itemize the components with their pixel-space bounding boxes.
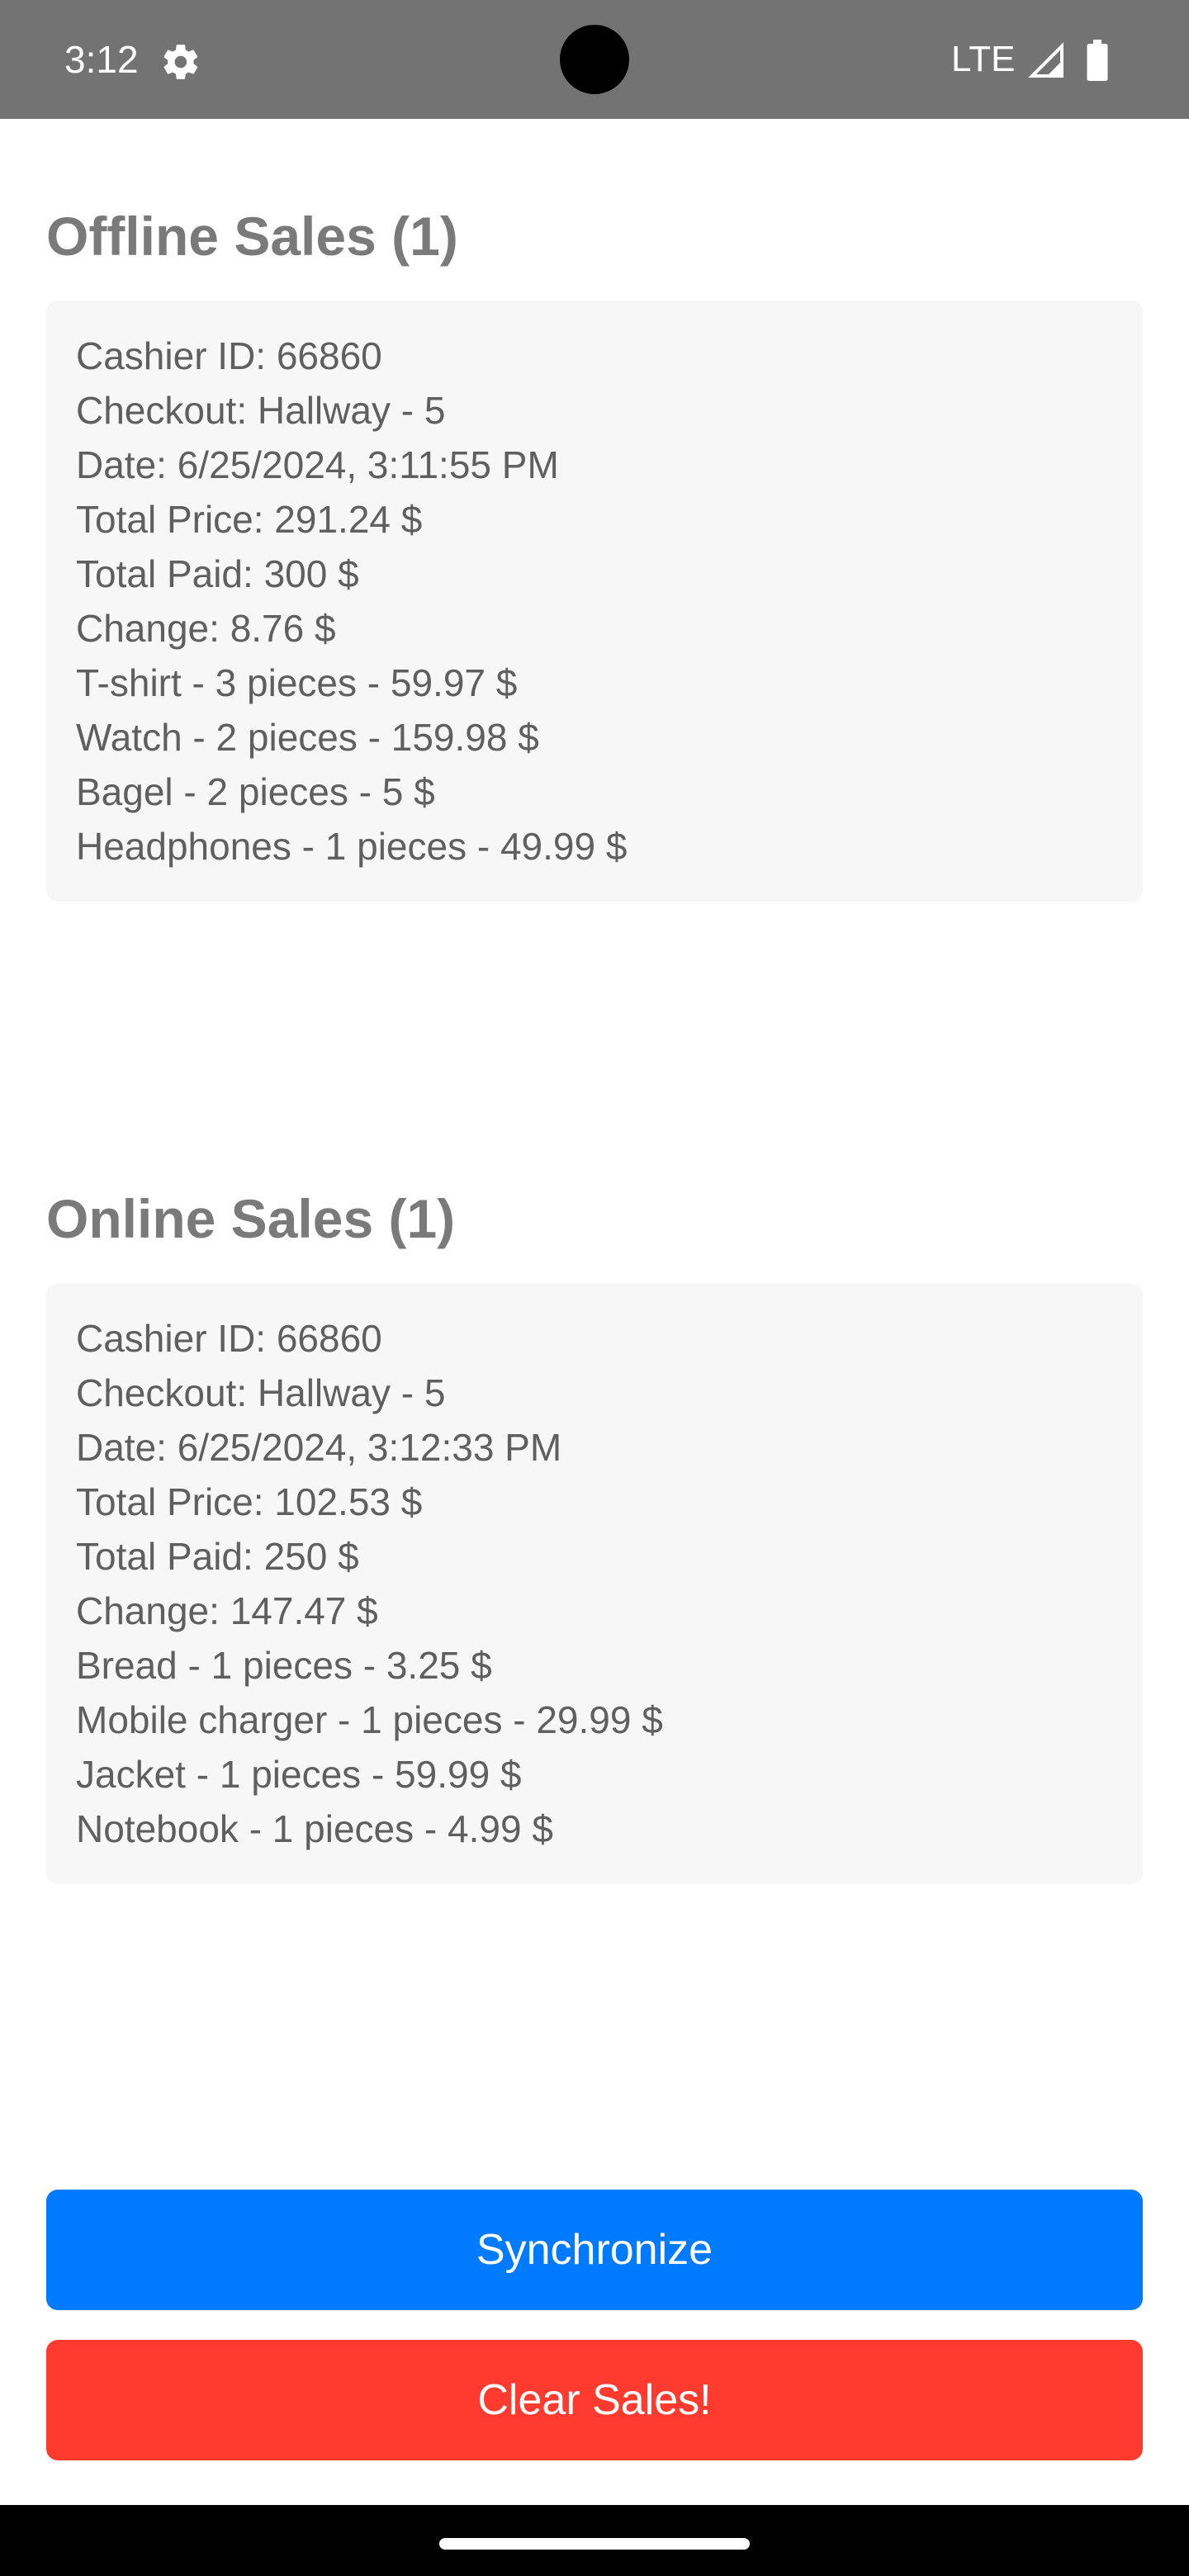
total-paid: Total Paid: 300 $ (76, 552, 359, 595)
clear-sales-button[interactable]: Clear Sales! (46, 2340, 1143, 2460)
checkout: Checkout: Hallway - 5 (76, 389, 446, 432)
total-paid: Total Paid: 250 $ (76, 1535, 359, 1578)
sale-item: Watch - 2 pieces - 159.98 $ (76, 716, 539, 759)
home-gesture-handle[interactable] (439, 2538, 750, 2550)
gear-icon (163, 45, 198, 79)
change: Change: 147.47 $ (76, 1589, 378, 1632)
total-price: Total Price: 291.24 $ (76, 498, 423, 541)
offline-sales-title: Offline Sales (1) (46, 206, 458, 267)
sale-item: Bread - 1 pieces - 3.25 $ (76, 1644, 492, 1687)
sale-item: Notebook - 1 pieces - 4.99 $ (76, 1807, 553, 1850)
camera-cutout (560, 25, 629, 94)
sale-date: Date: 6/25/2024, 3:11:55 PM (76, 443, 559, 486)
sale-date: Date: 6/25/2024, 3:12:33 PM (76, 1426, 562, 1469)
synchronize-button[interactable]: Synchronize (46, 2190, 1143, 2310)
offline-sale-card: Cashier ID: 66860 Checkout: Hallway - 5 … (46, 301, 1143, 902)
checkout: Checkout: Hallway - 5 (76, 1371, 446, 1414)
sale-item: Jacket - 1 pieces - 59.99 $ (76, 1753, 522, 1796)
sale-item: Bagel - 2 pieces - 5 $ (76, 770, 435, 813)
status-time: 3:12 (64, 38, 139, 81)
cashier-id: Cashier ID: 66860 (76, 1317, 382, 1360)
navigation-bar (0, 2505, 1189, 2576)
network-type: LTE (951, 39, 1016, 79)
change: Change: 8.76 $ (76, 607, 336, 650)
status-bar: 3:12 LTE (0, 0, 1189, 119)
cashier-id: Cashier ID: 66860 (76, 334, 382, 377)
sale-item: Headphones - 1 pieces - 49.99 $ (76, 825, 628, 868)
battery-icon (1087, 40, 1108, 81)
total-price: Total Price: 102.53 $ (76, 1480, 423, 1523)
sale-item: Mobile charger - 1 pieces - 29.99 $ (76, 1698, 663, 1741)
signal-icon (1028, 42, 1063, 78)
online-sale-card: Cashier ID: 66860 Checkout: Hallway - 5 … (46, 1283, 1143, 1884)
online-sales-title: Online Sales (1) (46, 1188, 456, 1249)
sale-item: T-shirt - 3 pieces - 59.97 $ (76, 661, 518, 704)
